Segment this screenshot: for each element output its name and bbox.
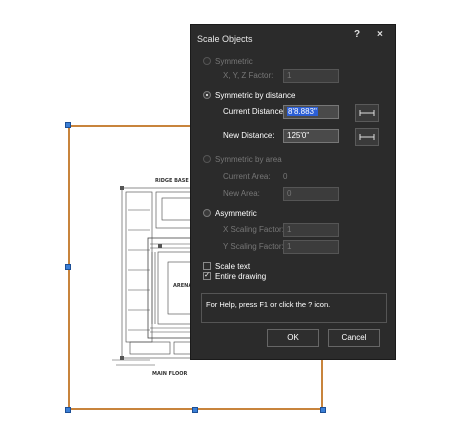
radio-button[interactable]	[203, 155, 211, 163]
help-text-box: For Help, press F1 or click the ? icon.	[201, 293, 387, 323]
checkbox-entire-drawing[interactable]: ✓ Entire drawing	[203, 271, 266, 281]
new-area-input[interactable]: 0	[283, 187, 339, 201]
measure-icon	[359, 110, 375, 116]
new-distance-input[interactable]: 125'0"	[283, 129, 339, 143]
measure-current-distance-button[interactable]	[355, 104, 379, 122]
measure-icon	[359, 134, 375, 140]
x-scaling-value: 1	[287, 225, 292, 234]
resize-handle-bottom-middle[interactable]	[192, 407, 198, 413]
radio-button[interactable]	[203, 57, 211, 65]
radio-asymmetric[interactable]: Asymmetric	[203, 207, 257, 219]
current-area-value: 0	[283, 172, 288, 181]
radio-symmetric-by-distance[interactable]: Symmetric by distance	[203, 89, 295, 101]
y-scaling-value: 1	[287, 242, 292, 251]
help-icon[interactable]: ?	[354, 29, 360, 40]
xyz-factor-input[interactable]: 1	[283, 69, 339, 83]
y-scaling-input[interactable]: 1	[283, 240, 339, 254]
radio-symmetric-by-area[interactable]: Symmetric by area	[203, 153, 282, 165]
radio-button[interactable]	[203, 91, 211, 99]
current-area-label: Current Area:	[223, 172, 271, 181]
radio-button[interactable]	[203, 209, 211, 217]
current-distance-value: 8'8.883"	[287, 107, 318, 116]
checkbox-scale-text[interactable]: Scale text	[203, 261, 250, 271]
xyz-factor-label: X, Y, Z Factor:	[223, 71, 274, 80]
checkbox[interactable]	[203, 262, 211, 270]
cancel-button[interactable]: Cancel	[328, 329, 380, 347]
current-distance-label: Current Distance:	[223, 107, 286, 116]
dialog-titlebar[interactable]: Scale Objects ? ×	[191, 25, 395, 49]
checkbox-label: Scale text	[215, 261, 251, 271]
radio-label: Symmetric by area	[215, 154, 282, 164]
new-area-label: New Area:	[223, 189, 260, 198]
radio-label: Asymmetric	[215, 208, 257, 218]
x-scaling-input[interactable]: 1	[283, 223, 339, 237]
x-scaling-label: X Scaling Factor:	[223, 225, 284, 234]
current-distance-input[interactable]: 8'8.883"	[283, 105, 339, 119]
measure-new-distance-button[interactable]	[355, 128, 379, 146]
close-icon[interactable]: ×	[377, 29, 383, 40]
help-text: For Help, press F1 or click the ? icon.	[206, 300, 331, 309]
resize-handle-bottom-right[interactable]	[320, 407, 326, 413]
new-distance-value: 125'0"	[287, 131, 310, 140]
checkbox-label: Entire drawing	[215, 271, 267, 281]
new-area-value: 0	[287, 189, 292, 198]
new-distance-label: New Distance:	[223, 131, 275, 140]
checkbox[interactable]: ✓	[203, 272, 211, 280]
y-scaling-label: Y Scaling Factor:	[223, 242, 284, 251]
dialog-title: Scale Objects	[197, 34, 253, 44]
resize-handle-bottom-left[interactable]	[65, 407, 71, 413]
resize-handle-mid-left[interactable]	[65, 264, 71, 270]
scale-objects-dialog: Scale Objects ? × Symmetric X, Y, Z Fact…	[190, 24, 396, 360]
radio-label: Symmetric by distance	[215, 90, 296, 100]
resize-handle-top-left[interactable]	[65, 122, 71, 128]
radio-symmetric[interactable]: Symmetric	[203, 55, 253, 67]
xyz-factor-value: 1	[287, 71, 292, 80]
ok-button[interactable]: OK	[267, 329, 319, 347]
radio-label: Symmetric	[215, 56, 253, 66]
